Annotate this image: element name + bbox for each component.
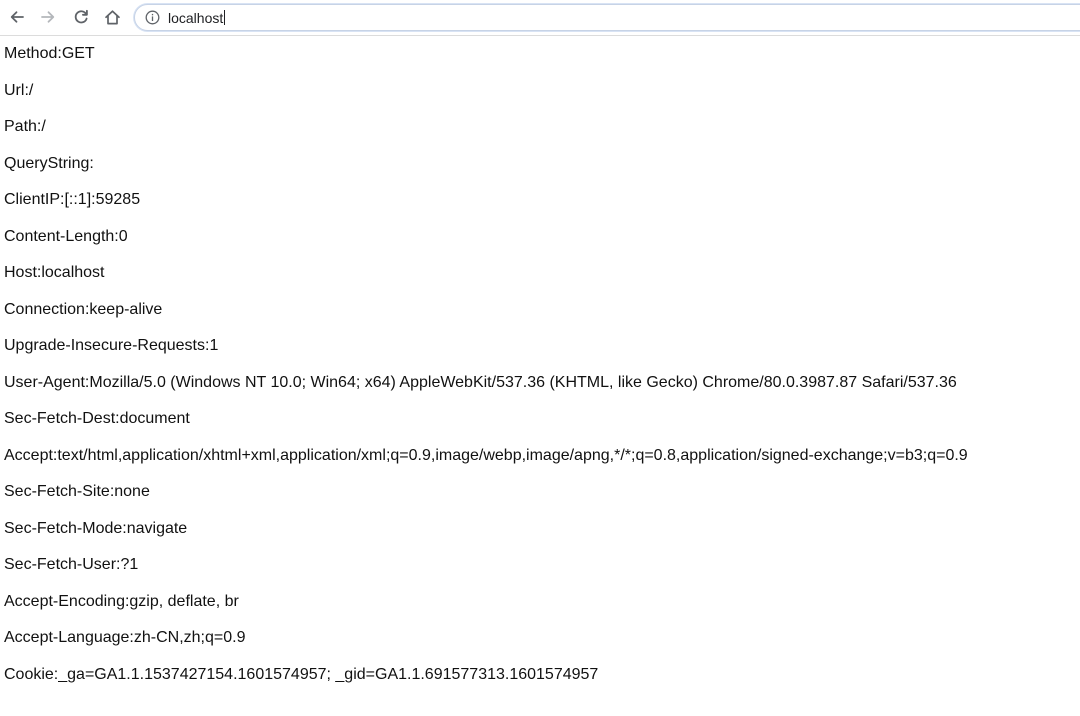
url-text[interactable]: localhost	[168, 9, 226, 27]
line-connection: Connection:keep-alive	[4, 300, 163, 318]
reload-icon	[74, 9, 88, 24]
line-upgrade-insecure-requests: Upgrade-Insecure-Requests:1	[4, 337, 219, 354]
line-host: Host:localhost	[4, 264, 105, 281]
line-content-length: Content-Length:0	[4, 227, 128, 245]
line-querystring: QueryString:	[4, 154, 94, 172]
back-button[interactable]	[3, 4, 31, 30]
line-client-ip: ClientIP:[::1]:59285	[4, 191, 141, 208]
forward-button[interactable]	[34, 4, 62, 30]
line-accept: Accept:text/html,application/xhtml+xml,a…	[4, 446, 968, 464]
address-bar[interactable]: localhost	[134, 4, 1080, 31]
home-icon	[104, 9, 120, 24]
line-accept-encoding: Accept-Encoding:gzip, deflate, br	[4, 592, 239, 610]
line-method: Method:GET	[4, 45, 95, 62]
line-sec-fetch-site: Sec-Fetch-Site:none	[4, 483, 150, 500]
info-icon[interactable]	[145, 10, 160, 25]
home-button[interactable]	[98, 4, 126, 30]
line-user-agent: User-Agent:Mozilla/5.0 (Windows NT 10.0;…	[4, 373, 957, 391]
line-cookie: Cookie:_ga=GA1.1.1537427154.1601574957; …	[4, 665, 599, 683]
line-sec-fetch-mode: Sec-Fetch-Mode:navigate	[4, 519, 188, 537]
line-sec-fetch-dest: Sec-Fetch-Dest:document	[4, 410, 190, 427]
text-caret	[224, 10, 226, 25]
arrow-right-icon	[41, 11, 55, 23]
reload-button[interactable]	[67, 4, 95, 30]
url-value: localhost	[168, 10, 224, 26]
line-sec-fetch-user: Sec-Fetch-User:?1	[4, 556, 139, 573]
browser-toolbar: localhost	[0, 0, 1080, 36]
arrow-left-icon	[10, 11, 24, 23]
request-info-list: Method:GET Url:/ Path:/ QueryString: Cli…	[4, 44, 1074, 701]
line-path: Path:/	[4, 118, 46, 135]
line-url: Url:/	[4, 81, 34, 99]
line-accept-language: Accept-Language:zh-CN,zh;q=0.9	[4, 629, 246, 646]
